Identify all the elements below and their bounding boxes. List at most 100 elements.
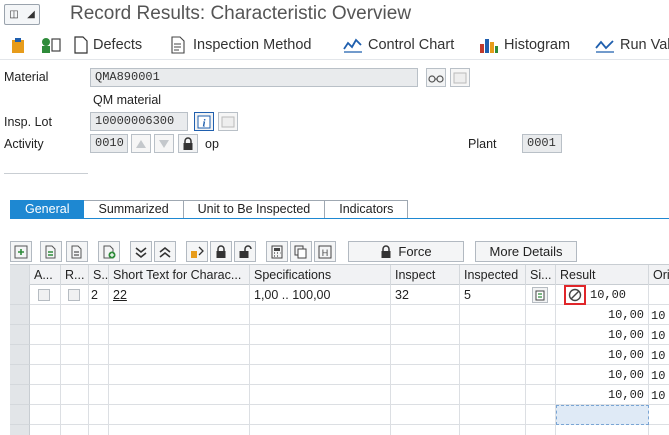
cell-short-text-link[interactable]: 22 xyxy=(109,285,250,305)
table-row[interactable]: 10,00 10 xyxy=(10,305,669,325)
previous-activity-button[interactable] xyxy=(131,134,151,153)
column-r[interactable]: R... xyxy=(61,265,89,285)
column-inspected[interactable]: Inspected xyxy=(460,265,526,285)
column-a[interactable]: A... xyxy=(30,265,61,285)
material-field[interactable]: QMA890001 xyxy=(90,68,418,87)
column-specifications[interactable]: Specifications xyxy=(250,265,391,285)
more-details-button[interactable]: More Details xyxy=(475,241,577,262)
cell-result[interactable]: 10,00 xyxy=(556,345,649,365)
column-s[interactable]: S... xyxy=(89,265,109,285)
cell-result[interactable]: 10,00 xyxy=(556,305,649,325)
tab-underline xyxy=(10,218,669,219)
result-input[interactable] xyxy=(556,405,649,425)
activity-label: Activity xyxy=(4,137,44,151)
info-button[interactable]: i xyxy=(194,112,214,131)
sample-button[interactable] xyxy=(532,286,548,303)
cell-empty xyxy=(109,365,250,385)
column-ori[interactable]: Ori xyxy=(649,265,669,285)
cell-r[interactable] xyxy=(61,285,89,305)
tab-general[interactable]: General xyxy=(10,200,85,219)
plant-field[interactable]: 0001 xyxy=(522,134,562,153)
table-row[interactable]: 10,00 10 xyxy=(10,385,669,405)
clipboard-button[interactable] xyxy=(10,34,35,56)
cell-empty xyxy=(30,345,61,365)
system-menu-button[interactable]: ◫ ◢ xyxy=(4,4,40,25)
row-selector[interactable] xyxy=(10,285,30,305)
separator xyxy=(4,173,88,174)
column-short-text[interactable]: Short Text for Charac... xyxy=(109,265,250,285)
cell-ori[interactable]: 10 xyxy=(649,325,669,345)
table-row[interactable] xyxy=(10,405,669,425)
material-detail-button[interactable] xyxy=(450,68,470,87)
copy-values-button[interactable] xyxy=(290,241,312,262)
display-button[interactable] xyxy=(426,68,446,87)
table-row[interactable]: 10,00 10 xyxy=(10,345,669,365)
cell-result[interactable]: 10,00 xyxy=(556,385,649,405)
next-activity-button[interactable] xyxy=(154,134,174,153)
cell-ori[interactable]: 10 xyxy=(649,345,669,365)
cell-ori[interactable]: 10 xyxy=(649,305,669,325)
row-selector[interactable] xyxy=(10,425,30,435)
cell-ori[interactable]: 10 xyxy=(649,365,669,385)
cell-result[interactable]: 10,00 xyxy=(556,325,649,345)
cell-inspect[interactable]: 32 xyxy=(391,285,460,305)
cell-result[interactable]: 10,00 xyxy=(556,285,649,305)
inspection-method-button[interactable]: Inspection Method xyxy=(170,34,312,56)
lock-row-button[interactable] xyxy=(210,241,232,262)
cell-ori[interactable]: 10 xyxy=(649,385,669,405)
activity-field[interactable]: 0010 xyxy=(90,134,128,153)
row-selector[interactable] xyxy=(10,365,30,385)
force-button[interactable]: Force xyxy=(348,241,464,262)
lock-button[interactable] xyxy=(178,134,198,153)
collapse-all-button[interactable] xyxy=(154,241,176,262)
table-row[interactable] xyxy=(10,425,669,435)
table-row[interactable]: 10,00 10 xyxy=(10,325,669,345)
double-chevron-down-icon xyxy=(135,246,147,258)
select-block-button[interactable] xyxy=(40,241,62,262)
tab-summarized[interactable]: Summarized xyxy=(84,200,184,219)
row-selector[interactable] xyxy=(10,385,30,405)
row-selector[interactable] xyxy=(10,405,30,425)
calculator-button[interactable] xyxy=(266,241,288,262)
valuation-button[interactable] xyxy=(564,285,586,305)
checkbox[interactable] xyxy=(38,289,50,301)
row-selector[interactable] xyxy=(10,325,30,345)
add-row-button[interactable] xyxy=(98,241,120,262)
histogram-button[interactable]: Histogram xyxy=(479,34,570,56)
cell-empty xyxy=(61,325,89,345)
checkbox[interactable] xyxy=(68,289,80,301)
deselect-button[interactable] xyxy=(66,241,88,262)
cell-empty xyxy=(89,365,109,385)
row-selector[interactable] xyxy=(10,345,30,365)
cell-empty xyxy=(460,365,526,385)
assign-button[interactable] xyxy=(186,241,208,262)
table-row[interactable]: 10,00 10 xyxy=(10,365,669,385)
run-chart-button[interactable]: Run Val xyxy=(595,34,669,56)
cell-empty xyxy=(391,405,460,425)
select-all-button[interactable] xyxy=(10,241,32,262)
header-button[interactable]: H xyxy=(314,241,336,262)
cell-result[interactable]: 10,00 xyxy=(556,365,649,385)
cell-empty xyxy=(526,425,556,435)
header-row-selector[interactable] xyxy=(10,265,30,285)
cell-empty xyxy=(460,385,526,405)
column-inspect[interactable]: Inspect xyxy=(391,265,460,285)
dropdown-arrow-icon: ◢ xyxy=(27,9,35,20)
unlock-row-button[interactable] xyxy=(234,241,256,262)
cell-a[interactable] xyxy=(30,285,61,305)
row-selector[interactable] xyxy=(10,305,30,325)
tab-indicators[interactable]: Indicators xyxy=(325,200,409,219)
cell-ori[interactable] xyxy=(649,405,669,425)
cell-si[interactable] xyxy=(526,285,556,305)
tab-unit-to-be-inspected[interactable]: Unit to Be Inspected xyxy=(183,200,326,219)
person-button[interactable] xyxy=(40,34,67,56)
table-row[interactable]: 2 22 1,00 .. 100,00 32 5 10,00 xyxy=(10,285,669,305)
defects-button[interactable]: Defects xyxy=(74,34,142,56)
column-si[interactable]: Si... xyxy=(526,265,556,285)
insp-lot-field[interactable]: 10000006300 xyxy=(90,112,188,131)
expand-all-button[interactable] xyxy=(130,241,152,262)
control-chart-button[interactable]: Control Chart xyxy=(343,34,454,56)
column-result[interactable]: Result xyxy=(556,265,649,285)
insp-lot-detail-button[interactable] xyxy=(218,112,238,131)
original-value: 10 xyxy=(651,369,666,383)
